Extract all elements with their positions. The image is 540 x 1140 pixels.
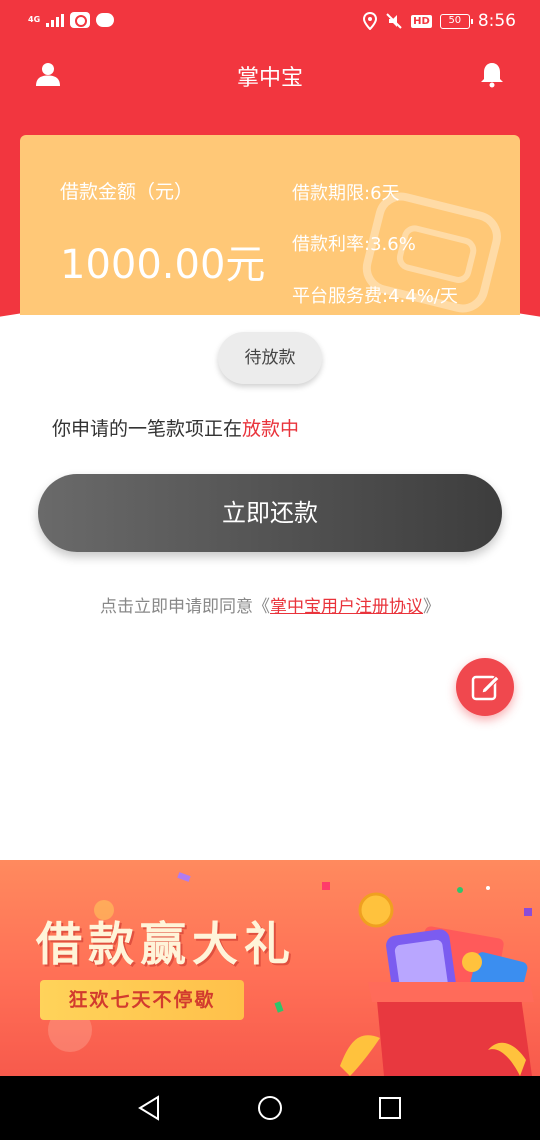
loan-rate: 借款利率:3.6%	[292, 234, 416, 255]
loan-amount-value: 1000.00元	[60, 242, 266, 288]
edit-icon	[471, 675, 500, 701]
bell-icon[interactable]	[478, 60, 506, 88]
loan-info-card: 借款金额（元） 1000.00元 借款期限:6天 借款利率:3.6% 平台服务费…	[20, 135, 520, 315]
app-header: 掌中宝	[0, 50, 540, 100]
agreement-prefix: 点击立即申请即同意《	[100, 597, 270, 617]
page-title: 掌中宝	[236, 66, 303, 91]
promo-title: 借款赢大礼	[36, 917, 296, 971]
network-type-label: 4G	[28, 15, 41, 24]
promo-banner[interactable]: 借款赢大礼 狂欢七天不停歇	[0, 860, 540, 1076]
status-message: 你申请的一笔款项正在放款中	[52, 414, 299, 441]
back-icon[interactable]	[134, 1092, 166, 1124]
gift-box-illustration	[340, 892, 534, 1076]
repay-now-button[interactable]: 立即还款	[38, 474, 502, 552]
edit-button[interactable]	[456, 658, 514, 716]
service-fee: 平台服务费:4.4%/天	[292, 286, 458, 307]
message-icon	[96, 13, 115, 27]
loan-term: 借款期限:6天	[292, 183, 400, 204]
status-bar: 4G HD 50 8:56	[0, 0, 540, 44]
agreement-notice: 点击立即申请即同意《掌中宝用户注册协议》	[0, 592, 540, 617]
user-agreement-link[interactable]: 掌中宝用户注册协议	[270, 597, 423, 617]
home-icon[interactable]	[254, 1092, 286, 1124]
loan-amount-label: 借款金额（元）	[60, 181, 194, 203]
status-right: HD 50 8:56	[363, 11, 516, 31]
hd-icon: HD	[411, 14, 432, 28]
status-left: 4G	[28, 12, 115, 28]
battery-icon: 50	[439, 13, 473, 29]
agreement-suffix: 》	[423, 597, 440, 617]
status-badge: 待放款	[218, 332, 322, 384]
status-message-text: 你申请的一笔款项正在	[52, 418, 243, 440]
location-icon	[363, 12, 378, 30]
signal-icon	[46, 13, 65, 27]
app-notification-icon	[70, 12, 91, 28]
system-navigation-bar	[0, 1076, 540, 1140]
promo-subtitle: 狂欢七天不停歇	[40, 980, 244, 1020]
mute-icon	[386, 13, 402, 29]
recent-apps-icon[interactable]	[374, 1092, 406, 1124]
status-message-highlight: 放款中	[242, 418, 300, 440]
clock: 8:56	[477, 11, 516, 31]
